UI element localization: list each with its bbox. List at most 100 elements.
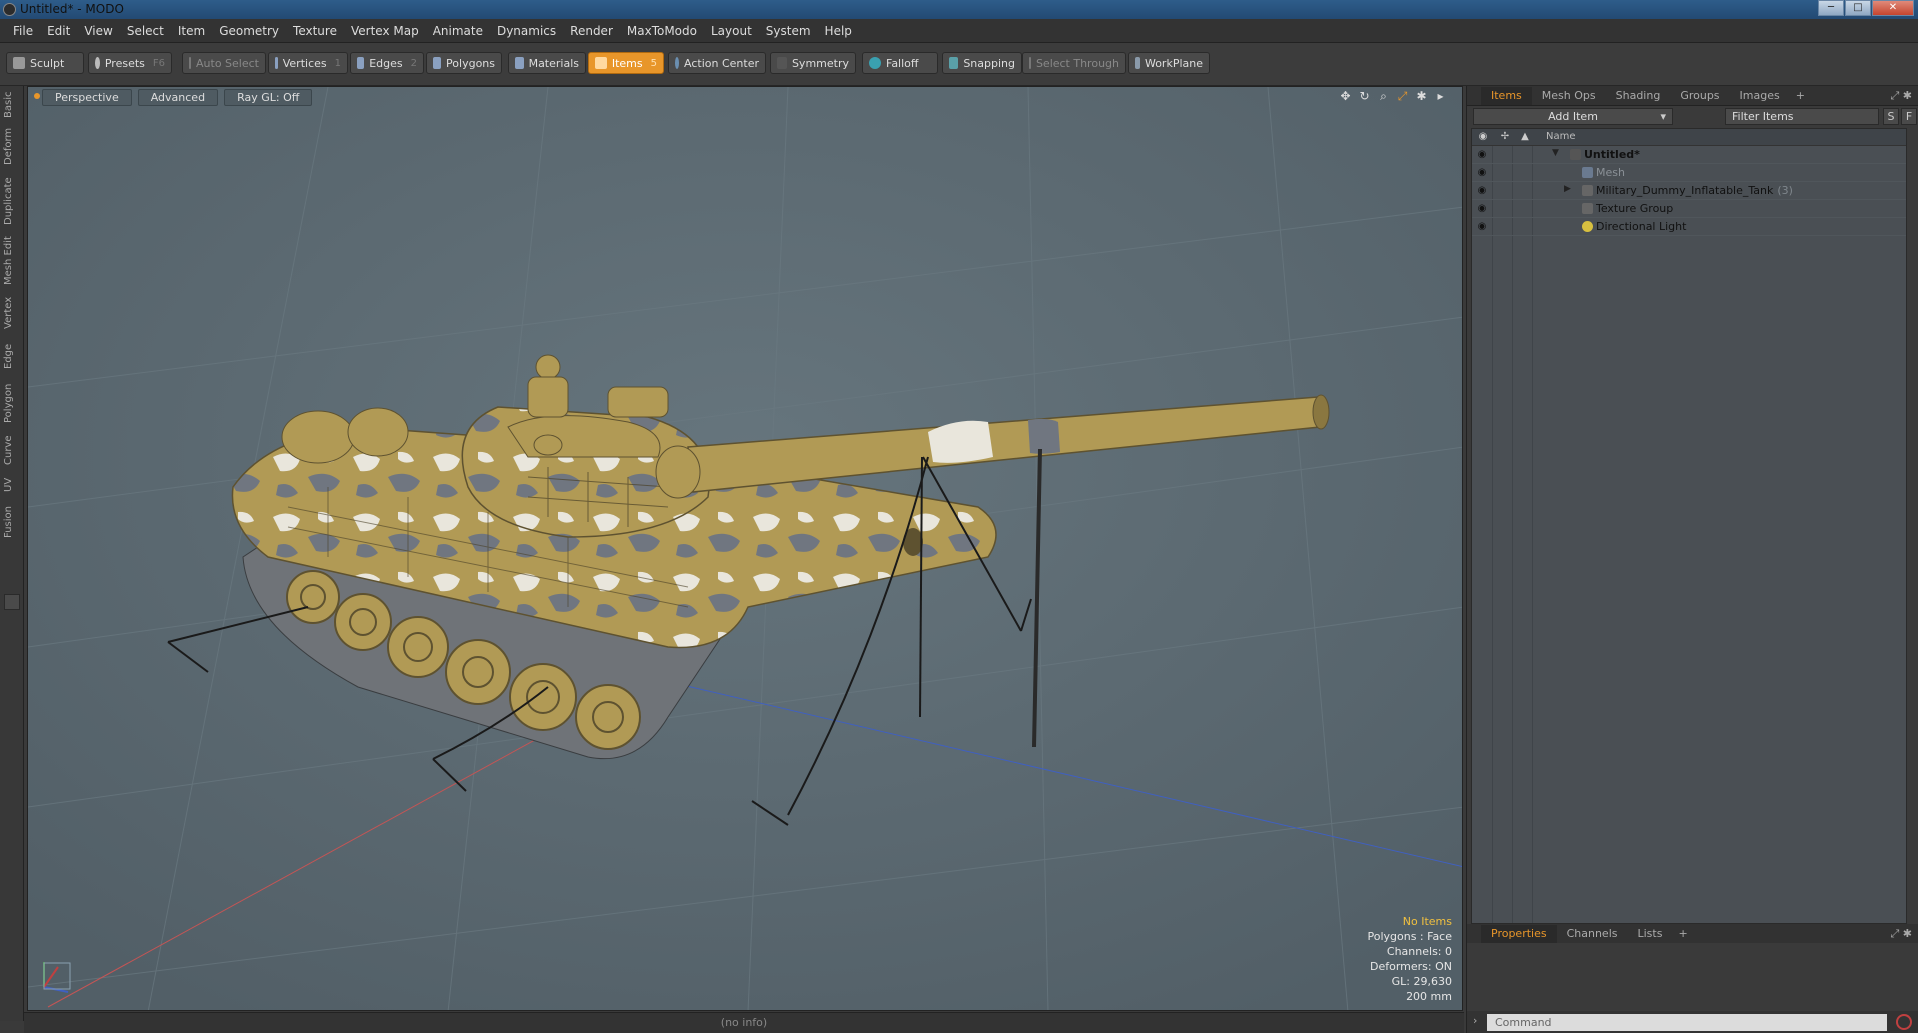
- selection-status: No Items: [1402, 915, 1452, 928]
- tab-items[interactable]: Items: [1481, 86, 1532, 105]
- panel-toggle-button[interactable]: [4, 594, 20, 610]
- tab-vertex[interactable]: Vertex: [3, 294, 21, 332]
- falloff-button[interactable]: Falloff: [862, 52, 938, 74]
- view-perspective-button[interactable]: Perspective: [42, 88, 132, 106]
- caret-down-icon: ▾: [1660, 110, 1666, 123]
- raygl-button[interactable]: Ray GL: Off: [224, 88, 313, 106]
- mesh-icon: [1582, 167, 1593, 178]
- tab-groups[interactable]: Groups: [1670, 87, 1729, 105]
- menu-view[interactable]: View: [77, 24, 119, 38]
- fit-icon[interactable]: ⤢: [1395, 89, 1410, 104]
- polygons-status: Polygons : Face: [1367, 930, 1452, 943]
- gear-icon[interactable]: ✱: [1414, 89, 1429, 104]
- tab-polygon[interactable]: Polygon: [3, 380, 21, 426]
- action-center-button[interactable]: Action Center: [668, 52, 766, 74]
- expand-right-icon[interactable]: ▶: [1564, 184, 1571, 194]
- eye-icon[interactable]: ◉: [1476, 167, 1488, 179]
- tree-row-texture-group[interactable]: ◉ Texture Group: [1472, 200, 1906, 218]
- edges-icon: [357, 57, 365, 69]
- scene-canvas: [28, 87, 1462, 1010]
- add-tab-icon[interactable]: +: [1790, 89, 1811, 102]
- render-col-icon[interactable]: ▲: [1518, 131, 1532, 144]
- menu-select[interactable]: Select: [120, 24, 171, 38]
- tab-lists[interactable]: Lists: [1628, 925, 1673, 943]
- record-icon[interactable]: [1896, 1014, 1912, 1030]
- tab-mesh-edit[interactable]: Mesh Edit: [3, 234, 21, 288]
- expand-down-icon[interactable]: ▼: [1552, 148, 1559, 158]
- tab-edge[interactable]: Edge: [3, 340, 21, 372]
- tree-row-tank[interactable]: ◉ ▶ Military_Dummy_Inflatable_Tank (3): [1472, 182, 1906, 200]
- materials-button[interactable]: Materials: [508, 52, 586, 74]
- edges-button[interactable]: Edges 2: [350, 52, 424, 74]
- rotate-icon[interactable]: ↻: [1357, 89, 1372, 104]
- sculpt-button[interactable]: Sculpt: [6, 52, 84, 74]
- pan-icon[interactable]: ✥: [1338, 89, 1353, 104]
- auto-select-button[interactable]: Auto Select: [182, 52, 266, 74]
- eye-icon[interactable]: ◉: [1476, 149, 1488, 161]
- items-button[interactable]: Items 5: [588, 52, 664, 74]
- polygons-button[interactable]: Polygons: [426, 52, 502, 74]
- close-button[interactable]: ✕: [1872, 0, 1914, 16]
- zoom-icon[interactable]: ⌕: [1376, 89, 1391, 104]
- menu-item[interactable]: Item: [171, 24, 212, 38]
- tree-row-mesh[interactable]: ◉ Mesh: [1472, 164, 1906, 182]
- panel-options-icon[interactable]: ⤢ ✱: [1890, 927, 1912, 941]
- name-column-header[interactable]: Name: [1546, 131, 1576, 142]
- vertices-button[interactable]: Vertices 1: [268, 52, 348, 74]
- visibility-col-icon[interactable]: ◉: [1476, 131, 1490, 144]
- menu-vertex-map[interactable]: Vertex Map: [344, 24, 426, 38]
- snapping-icon: [949, 57, 959, 69]
- tab-shading[interactable]: Shading: [1606, 87, 1671, 105]
- shading-advanced-button[interactable]: Advanced: [137, 88, 219, 106]
- texture-group-icon: [1582, 203, 1593, 214]
- menu-system[interactable]: System: [759, 24, 818, 38]
- menu-maxtomodo[interactable]: MaxToModo: [620, 24, 704, 38]
- 3d-viewport[interactable]: Perspective Advanced Ray GL: Off ✥ ↻ ⌕ ⤢…: [27, 86, 1463, 1011]
- eye-icon[interactable]: ◉: [1476, 203, 1488, 215]
- command-input[interactable]: Command: [1487, 1014, 1887, 1031]
- f-toggle-button[interactable]: F: [1901, 108, 1917, 125]
- workplane-button[interactable]: WorkPlane: [1128, 52, 1210, 74]
- tab-uv[interactable]: UV: [3, 474, 21, 496]
- tab-mesh-ops[interactable]: Mesh Ops: [1532, 87, 1606, 105]
- menu-geometry[interactable]: Geometry: [212, 24, 286, 38]
- presets-button[interactable]: Presets F6: [88, 52, 172, 74]
- select-through-button[interactable]: Select Through: [1022, 52, 1126, 74]
- menu-texture[interactable]: Texture: [286, 24, 344, 38]
- chevron-right-icon[interactable]: ▸: [1433, 89, 1448, 104]
- snapping-button[interactable]: Snapping: [942, 52, 1022, 74]
- panel-options-icon[interactable]: ⤢ ✱: [1890, 89, 1912, 103]
- tree-row-light[interactable]: ◉ Directional Light: [1472, 218, 1906, 236]
- tree-row-scene[interactable]: ◉ ▼ Untitled*: [1472, 146, 1906, 164]
- eye-icon[interactable]: ◉: [1476, 221, 1488, 233]
- minimize-button[interactable]: ─: [1818, 0, 1844, 16]
- menu-file[interactable]: File: [6, 24, 40, 38]
- add-item-dropdown[interactable]: Add Item ▾: [1473, 108, 1673, 125]
- tab-duplicate[interactable]: Duplicate: [3, 174, 21, 228]
- menu-help[interactable]: Help: [818, 24, 859, 38]
- lock-col-icon[interactable]: ✢: [1498, 131, 1512, 144]
- menu-edit[interactable]: Edit: [40, 24, 77, 38]
- menu-animate[interactable]: Animate: [426, 24, 490, 38]
- menu-render[interactable]: Render: [563, 24, 620, 38]
- tab-properties[interactable]: Properties: [1481, 924, 1557, 943]
- tab-curve[interactable]: Curve: [3, 432, 21, 468]
- menu-layout[interactable]: Layout: [704, 24, 759, 38]
- viewport-nav-tools: ✥ ↻ ⌕ ⤢ ✱ ▸: [1338, 89, 1448, 104]
- right-panel: Items Mesh Ops Shading Groups Images + ⤢…: [1466, 86, 1918, 1033]
- left-tool-tabs: Basic Deform Duplicate Mesh Edit Vertex …: [0, 86, 24, 1021]
- eye-icon[interactable]: ◉: [1476, 185, 1488, 197]
- add-tab-icon[interactable]: +: [1672, 927, 1693, 940]
- menu-dynamics[interactable]: Dynamics: [490, 24, 563, 38]
- tab-basic[interactable]: Basic: [3, 90, 21, 120]
- maximize-button[interactable]: □: [1845, 0, 1871, 16]
- brush-icon: [13, 57, 25, 69]
- filter-items-input[interactable]: Filter Items: [1725, 108, 1879, 125]
- symmetry-button[interactable]: Symmetry: [770, 52, 856, 74]
- s-toggle-button[interactable]: S: [1883, 108, 1899, 125]
- tab-images[interactable]: Images: [1730, 87, 1790, 105]
- tab-deform[interactable]: Deform: [3, 126, 21, 166]
- tab-channels[interactable]: Channels: [1557, 925, 1628, 943]
- tab-fusion[interactable]: Fusion: [3, 502, 21, 542]
- viewport-stats: No Items Polygons : Face Channels: 0 Def…: [1367, 914, 1452, 1004]
